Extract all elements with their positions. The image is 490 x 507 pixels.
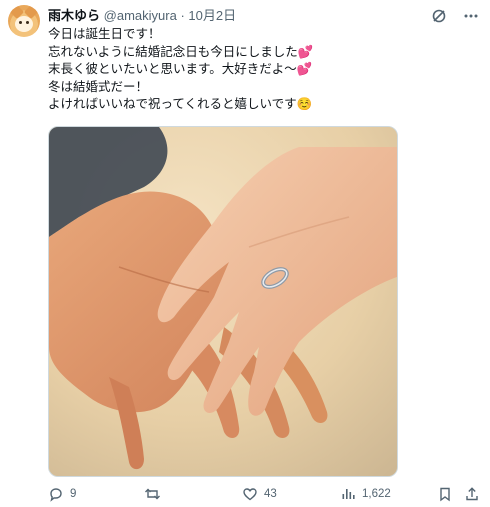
more-icon[interactable] — [462, 7, 480, 25]
display-name[interactable]: 雨木ゆら — [48, 8, 100, 23]
tweet-line: 冬は結婚式だー！ — [48, 79, 149, 94]
tweet-line: 忘れないように結婚記念日も今日にしました💕 — [48, 44, 314, 59]
action-bar: 9 43 1,622 — [48, 486, 484, 504]
tweet-header: 雨木ゆら @amakiyura · 10月2日 — [48, 8, 236, 24]
view-count: 1,622 — [362, 488, 391, 500]
grok-icon[interactable] — [430, 7, 448, 25]
tweet-image[interactable] — [48, 126, 398, 477]
like-button[interactable]: 43 — [242, 486, 277, 502]
views-button[interactable]: 1,622 — [340, 486, 391, 502]
bookmark-icon — [440, 487, 450, 502]
dot-separator: · — [180, 8, 185, 23]
bookmark-button[interactable] — [437, 486, 453, 502]
tweet-line: 末長く彼といたいと思います。大好きだよ〜💕 — [48, 62, 313, 76]
like-icon — [243, 488, 257, 501]
tweet-text: 今日は誕生日です！ 忘れないように結婚記念日も今日にしました💕 末長く彼といたい… — [48, 26, 468, 114]
reply-button[interactable]: 9 — [48, 486, 76, 502]
share-icon — [466, 487, 478, 501]
like-count: 43 — [264, 488, 277, 500]
tweet-line: 今日は誕生日です！ — [48, 27, 161, 41]
share-button[interactable] — [464, 486, 480, 502]
tweet-line: よければいいねで祝ってくれると嬉しいです☺️ — [48, 97, 313, 111]
views-icon — [342, 489, 355, 499]
retweet-icon — [145, 488, 160, 500]
top-actions — [430, 7, 480, 25]
retweet-button[interactable] — [144, 486, 167, 502]
reply-icon — [50, 488, 62, 502]
reply-count: 9 — [70, 488, 77, 500]
tweet-date[interactable]: 10月2日 — [188, 8, 236, 23]
avatar[interactable] — [8, 5, 40, 37]
handle[interactable]: @amakiyura — [104, 8, 177, 23]
tweet: 雨木ゆら @amakiyura · 10月2日 今日は誕生日です！ 忘れないよう… — [0, 0, 490, 507]
